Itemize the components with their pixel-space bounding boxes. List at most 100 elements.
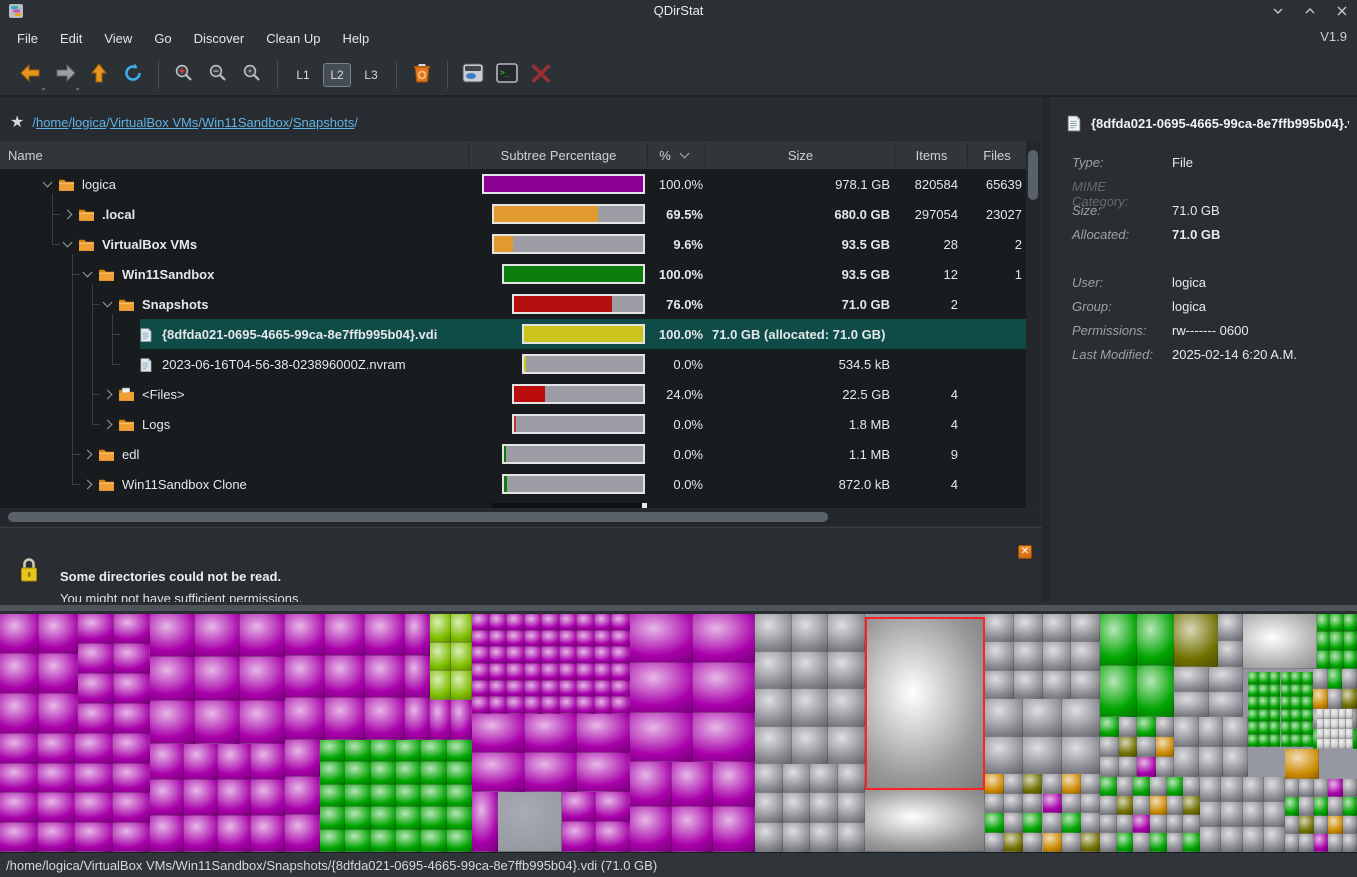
table-row[interactable]: Snapshots76.0%71.0 GB2 [0, 289, 1026, 319]
treemap-tile-magenta[interactable] [472, 614, 630, 714]
level-button-l1[interactable]: L1 [289, 63, 317, 87]
move-to-trash-button[interactable] [405, 59, 439, 91]
menu-clean-up[interactable]: Clean Up [255, 25, 331, 52]
table-row[interactable]: 2023-06-16T04-56-38-023896000Z.nvram0.0%… [0, 349, 1026, 379]
expander-closed-icon[interactable] [103, 389, 113, 399]
treemap-tile-magenta[interactable] [0, 614, 78, 734]
menu-help[interactable]: Help [331, 25, 380, 52]
table-row[interactable]: .local69.5%680.0 GB29705423027 [0, 199, 1026, 229]
treemap-tile-orange[interactable] [1285, 749, 1319, 779]
back-button[interactable]: ⌄ [14, 59, 48, 91]
treemap-tile-magenta[interactable] [285, 614, 405, 740]
menu-discover[interactable]: Discover [183, 25, 256, 52]
treemap-tile-mix[interactable] [1100, 717, 1174, 777]
expander-closed-icon[interactable] [83, 449, 93, 459]
column-header-files[interactable]: Files [968, 141, 1026, 169]
column-header-size[interactable]: Size [706, 141, 895, 169]
close-icon[interactable] [1333, 2, 1351, 20]
expander-closed-icon[interactable] [103, 419, 113, 429]
treemap-tile-green[interactable] [1317, 614, 1357, 669]
treemap-tile-gray[interactable] [1200, 777, 1285, 852]
terminal-button[interactable]: >_ [490, 59, 524, 91]
treemap[interactable] [0, 614, 1357, 852]
treemap-tile-magenta[interactable] [630, 762, 755, 852]
breadcrumb-link-virtualbox-vms[interactable]: VirtualBox VMs [110, 115, 199, 130]
treemap-tile-mix[interactable] [1285, 779, 1357, 852]
treemap-tile-magenta[interactable] [472, 714, 630, 792]
table-row[interactable]: VirtualBox VMs9.6%93.5 GB282 [0, 229, 1026, 259]
table-row-selected[interactable]: {8dfda021-0695-4665-99ca-8e7ffb995b04}.v… [0, 319, 1026, 349]
treemap-tile-grayflat[interactable] [498, 792, 562, 852]
breadcrumb-link-snapshots[interactable]: Snapshots [293, 115, 354, 130]
refresh-button[interactable] [116, 59, 150, 91]
menu-file[interactable]: File [6, 25, 49, 52]
treemap-tile-mix[interactable] [1100, 777, 1200, 852]
treemap-tile-magenta[interactable] [472, 792, 498, 852]
expander-open-icon[interactable] [43, 178, 53, 188]
treemap-tile-magenta[interactable] [78, 614, 150, 734]
treemap-tile-green[interactable] [1100, 614, 1174, 717]
horizontal-scrollbar[interactable] [0, 509, 1040, 525]
table-row[interactable]: edl0.0%1.1 MB9 [0, 439, 1026, 469]
zoom-out-button[interactable] [201, 59, 235, 91]
expander-open-icon[interactable] [83, 268, 93, 278]
treemap-tile-gray[interactable] [1174, 717, 1248, 777]
treemap-tile-chartreuse[interactable] [430, 614, 472, 700]
treemap-tile-green[interactable] [1248, 672, 1313, 747]
column-header-name[interactable]: Name [8, 141, 458, 169]
expander-closed-icon[interactable] [63, 209, 73, 219]
treemap-tile-gray[interactable] [1218, 614, 1243, 667]
treemap-tile-magenta[interactable] [630, 614, 755, 762]
file-manager-button[interactable] [456, 59, 490, 91]
treemap-tile-gray[interactable] [1174, 667, 1243, 717]
breadcrumb-link-win11sandbox[interactable]: Win11Sandbox [202, 115, 289, 130]
breadcrumb-link-home[interactable]: home [36, 115, 69, 130]
treemap-tile-gray[interactable] [985, 699, 1100, 774]
treemap-tile-bigGray[interactable] [865, 790, 985, 852]
expander-closed-icon[interactable] [83, 479, 93, 489]
treemap-tile-gray[interactable] [755, 764, 865, 852]
table-row[interactable]: <Files>24.0%22.5 GB4 [0, 379, 1026, 409]
treemap-tile-mix[interactable] [985, 774, 1100, 852]
vertical-scrollbar-thumb[interactable] [1028, 150, 1038, 200]
column-header-subtree-percentage[interactable]: Subtree Percentage [469, 141, 648, 169]
level-button-l3[interactable]: L3 [357, 63, 385, 87]
warning-close-icon[interactable]: ✕ [1018, 545, 1032, 559]
treemap-tile-gray[interactable] [755, 614, 865, 764]
menu-go[interactable]: Go [143, 25, 182, 52]
horizontal-scrollbar-thumb[interactable] [8, 512, 828, 522]
treemap-tile-magenta[interactable] [285, 740, 320, 852]
menu-view[interactable]: View [93, 25, 143, 52]
breadcrumb-link-logica[interactable]: logica [72, 115, 106, 130]
expander-open-icon[interactable] [63, 238, 73, 248]
zoom-in-button[interactable] [167, 59, 201, 91]
table-row[interactable]: Logs0.0%1.8 MB4 [0, 409, 1026, 439]
treemap-tile-olive[interactable] [1174, 614, 1218, 667]
table-row[interactable]: Win11Sandbox Clone0.0%872.0 kB4 [0, 469, 1026, 499]
minimize-icon[interactable] [1269, 2, 1287, 20]
column-header-items[interactable]: Items [895, 141, 968, 169]
forward-button[interactable]: ⌄ [48, 59, 82, 91]
table-row[interactable]: logica100.0%978.1 GB82058465639 [0, 169, 1026, 199]
expander-open-icon[interactable] [103, 298, 113, 308]
treemap-tile-magenta[interactable] [0, 734, 150, 852]
treemap-tile-magenta[interactable] [150, 614, 285, 744]
up-button[interactable] [82, 59, 116, 91]
menu-edit[interactable]: Edit [49, 25, 93, 52]
treemap-tile-green[interactable] [320, 740, 472, 852]
treemap-tile-magenta[interactable] [562, 792, 630, 852]
maximize-icon[interactable] [1301, 2, 1319, 20]
column-header--[interactable]: % [648, 141, 706, 169]
table-row[interactable]: Win11Sandbox100.0%93.5 GB121 [0, 259, 1026, 289]
treemap-tile-magenta[interactable] [430, 700, 472, 740]
level-button-l2[interactable]: L2 [323, 63, 351, 87]
treemap-tile-magenta[interactable] [405, 614, 430, 740]
horizontal-splitter[interactable] [0, 602, 1357, 614]
treemap-tile-magenta[interactable] [150, 744, 285, 852]
zoom-reset-button[interactable] [235, 59, 269, 91]
treemap-tile-brightgray[interactable] [1243, 614, 1317, 669]
treemap-tile-whitegray[interactable] [1317, 709, 1353, 749]
vertical-scrollbar[interactable] [1026, 141, 1040, 508]
vertical-splitter[interactable] [1042, 97, 1050, 602]
delete-button[interactable] [524, 59, 558, 91]
